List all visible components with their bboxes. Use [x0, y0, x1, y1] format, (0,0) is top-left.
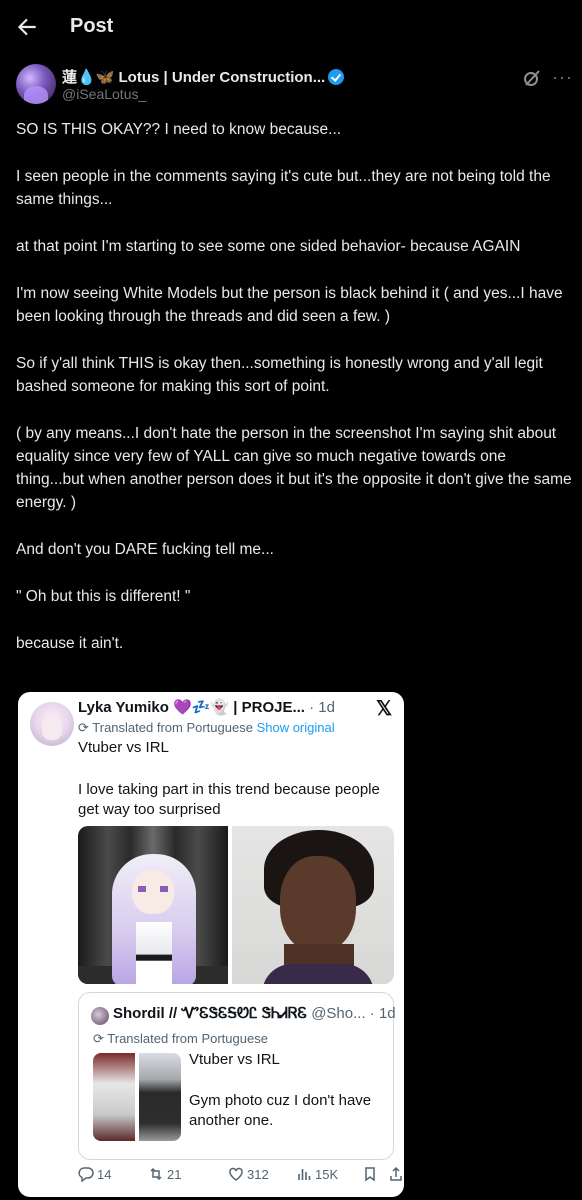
- top-bar: Post: [0, 0, 582, 56]
- quoted-gym-photo: [139, 1053, 181, 1141]
- translated-label: Translated from Portuguese: [92, 720, 253, 735]
- share-icon: [390, 1166, 402, 1181]
- repost-action: 21: [148, 1166, 181, 1182]
- like-count: 312: [247, 1167, 269, 1182]
- quoted-avatar: [91, 1007, 109, 1025]
- quoted-handle: @Sho... · 1d: [311, 1005, 396, 1022]
- embedded-actions: 14 21 312 15K: [78, 1166, 404, 1186]
- reply-icon: [78, 1167, 94, 1183]
- bookmark-action: [362, 1166, 381, 1182]
- reply-count: 14: [97, 1167, 112, 1182]
- views-count: 15K: [315, 1167, 339, 1182]
- grok-icon[interactable]: [522, 68, 542, 88]
- vtuber-image: [78, 826, 228, 984]
- post-paragraph: " Oh but this is different! ": [16, 588, 191, 605]
- views-icon: [298, 1169, 311, 1180]
- author-handle[interactable]: @iSeaLotus_: [62, 86, 146, 102]
- repost-icon: [150, 1167, 162, 1181]
- repost-count: 21: [167, 1167, 182, 1182]
- like-action: 312: [228, 1166, 269, 1182]
- quoted-line-1: Vtuber vs IRL: [189, 1051, 280, 1068]
- more-options-icon[interactable]: ···: [552, 68, 573, 86]
- post-paragraph: And don't you DARE fucking tell me...: [16, 541, 274, 558]
- quoted-author-name: Shordil // ᏉᏋᏕᏋᎦᏬᏝ ᏕᏂᏗᏒᏋ: [113, 1005, 308, 1022]
- post-paragraph: SO IS THIS OKAY?? I need to know because…: [16, 121, 342, 138]
- show-original-link: Show original: [256, 720, 335, 735]
- post-paragraph: I seen people in the comments saying it'…: [16, 168, 551, 208]
- verified-badge-icon: [328, 69, 345, 85]
- embedded-translated: ⟳ Translated from Portuguese Show origin…: [78, 720, 335, 736]
- translate-icon: ⟳: [93, 1031, 108, 1046]
- embedded-time: · 1d: [309, 699, 335, 716]
- quoted-author: Shordil // ᏉᏋᏕᏋᎦᏬᏝ ᏕᏂᏗᏒᏋ @Sho... · 1d: [113, 1005, 396, 1022]
- embedded-screenshot[interactable]: Lyka Yumiko 💜💤👻 | PROJE... · 1d 𝕏 ⟳ Tran…: [18, 692, 404, 1197]
- views-action: 15K: [296, 1166, 338, 1182]
- author-name-text[interactable]: 蓮💧🦋 Lotus | Under Construction...: [62, 69, 325, 86]
- post-paragraph: ( by any means...I don't hate the person…: [16, 425, 572, 511]
- reply-action: 14: [78, 1166, 112, 1183]
- author-avatar[interactable]: [16, 64, 56, 104]
- post-body: SO IS THIS OKAY?? I need to know because…: [16, 118, 576, 679]
- embedded-author-name: Lyka Yumiko 💜💤👻 | PROJE...: [78, 699, 305, 716]
- back-arrow-icon[interactable]: [14, 14, 40, 40]
- embedded-author: Lyka Yumiko 💜💤👻 | PROJE... · 1d: [78, 698, 335, 716]
- post-paragraph: at that point I'm starting to see some o…: [16, 238, 521, 255]
- embedded-line-1: Vtuber vs IRL: [78, 739, 169, 756]
- quoted-post: Shordil // ᏉᏋᏕᏋᎦᏬᏝ ᏕᏂᏗᏒᏋ @Sho... · 1d ⟳ …: [78, 992, 396, 1160]
- embedded-line-2: I love taking part in this trend because…: [78, 781, 380, 818]
- page-title: Post: [70, 15, 114, 37]
- heart-icon: [229, 1167, 243, 1181]
- share-action: [388, 1166, 404, 1182]
- quoted-line-2: Gym photo cuz I don't have another one.: [189, 1092, 372, 1129]
- quoted-vtuber-image: [93, 1053, 135, 1141]
- post-paragraph: So if y'all think THIS is okay then...so…: [16, 355, 543, 395]
- translate-icon: ⟳: [78, 720, 93, 735]
- quoted-translated-label: Translated from Portuguese: [107, 1031, 268, 1046]
- quoted-translated: ⟳ Translated from Portuguese: [93, 1031, 268, 1047]
- post-paragraph: because it ain't.: [16, 635, 124, 652]
- embedded-avatar: [30, 702, 74, 746]
- post-paragraph: I'm now seeing White Models but the pers…: [16, 285, 563, 325]
- irl-photo: [232, 826, 394, 984]
- bookmark-icon: [365, 1167, 375, 1182]
- x-logo-icon: 𝕏: [376, 698, 393, 720]
- author-display-name[interactable]: 蓮💧🦋 Lotus | Under Construction...: [62, 66, 345, 87]
